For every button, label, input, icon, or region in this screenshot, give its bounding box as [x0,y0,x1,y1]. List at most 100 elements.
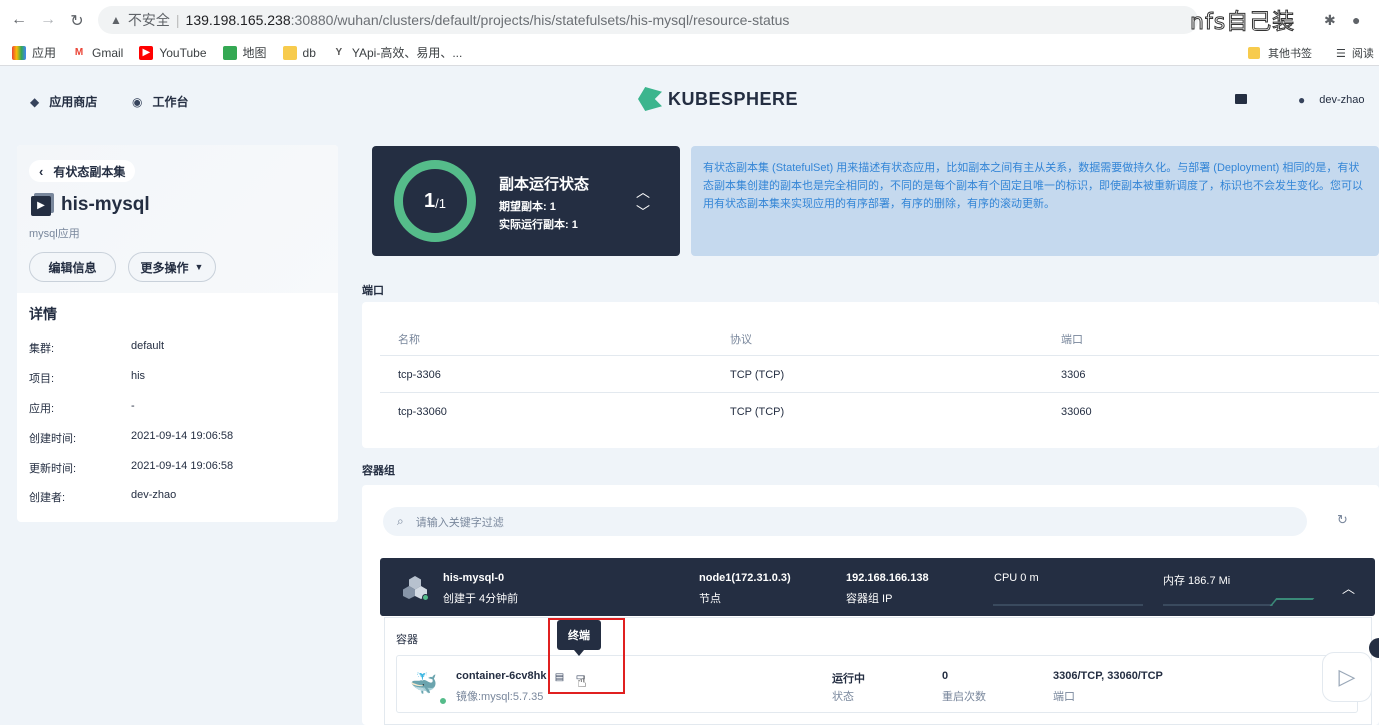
bookmark-label: YouTube [159,45,207,60]
back-arrow-icon[interactable]: ← [4,11,34,29]
container-name[interactable]: container-6cv8hk [456,670,546,682]
pod-node: node1(172.31.0.3) [699,572,791,584]
forward-arrow-icon[interactable]: → [33,11,63,29]
warning-icon: ▲ [110,13,122,27]
profile-icon[interactable]: ● [1352,12,1360,28]
memory-sparkline [1163,604,1273,606]
user-menu[interactable]: ● dev-zhao [1298,93,1365,107]
bookmark-reading-list[interactable]: ☰ 阅读 [1336,45,1374,61]
pod-cpu: CPU 0 m [994,572,1039,584]
pod-ip: 192.168.166.138 [846,572,929,584]
scale-up-chevron-icon[interactable]: ︿ [636,182,650,202]
url-host: 139.198.165.238 [185,12,291,28]
detail-key: 创建者: [29,492,66,504]
play-icon: ▷ [1338,664,1356,689]
edit-info-button[interactable]: 编辑信息 [29,252,116,282]
bookmark-label: YApi-高效、易用、... [351,46,463,60]
pod-search-input[interactable]: ⌕ 请输入关键字过滤 [383,507,1307,536]
detail-value: 2021-09-14 19:06:58 [131,460,234,472]
bookmark-maps[interactable]: 地图 [222,44,267,61]
overlay-watermark-text: nfs自己装 [1189,10,1296,36]
nav-label: 应用商店 [49,95,98,109]
pod-name[interactable]: his-mysql-0 [443,572,504,584]
bookmark-label: 阅读 [1351,48,1374,60]
bookmark-gmail[interactable]: M Gmail [72,45,124,60]
containers-label: 容器 [396,634,418,646]
back-to-statefulsets[interactable]: ‹ 有状态副本集 [29,160,136,182]
container-row[interactable]: 🐳 container-6cv8hk 镜像:mysql:5.7.35 ▤ ▭ 运… [396,655,1358,713]
reading-list-icon: ☰ [1336,47,1346,60]
port-number: 33060 [1061,406,1092,418]
resource-detail-card: ‹ 有状态副本集 ▶ his-mysql mysql应用 编辑信息 更多操作 ▼… [17,145,338,522]
bookmark-label: db [302,45,316,60]
running-replicas: 实际运行副本: 1 [499,219,578,231]
bookmark-other[interactable]: 其他书签 [1248,45,1312,61]
detail-value: default [131,340,165,352]
docker-whale-icon: 🐳 [410,671,438,696]
port-number: 3306 [1061,369,1086,381]
pod-memory: 内存 186.7 Mi [1163,575,1231,587]
floating-play-button[interactable]: ▷ [1322,652,1372,702]
nav-app-store[interactable]: ◆ 应用商店 [30,93,97,110]
pod-row-his-mysql-0[interactable]: his-mysql-0 创建于 4分钟前 node1(172.31.0.3) 节… [380,558,1375,616]
container-status: 运行中 [832,673,865,685]
replica-status-title: 副本运行状态 [499,176,590,193]
maps-icon [222,45,237,60]
browser-toolbar: ← → ↻ ▲ 不安全 | 139.198.165.238 :30880/wuh… [0,0,1379,40]
bookmark-label: Gmail [92,45,124,60]
more-actions-button[interactable]: 更多操作 ▼ [128,252,216,282]
port-name: tcp-3306 [398,369,441,381]
pod-created: 创建于 4分钟前 [443,593,519,605]
details-title: 详情 [29,306,57,322]
app-header: ◆ 应用商店 ◉ 工作台 KUBESPHERE ● dev-zhao [0,67,1379,131]
container-ports: 3306/TCP, 33060/TCP [1053,670,1163,682]
detail-key: 项目: [29,373,55,385]
nav-workbench[interactable]: ◉ 工作台 [132,93,189,110]
kubesphere-logo-icon [638,87,662,111]
search-icon: ⌕ [397,514,404,528]
apps-grid-icon [12,45,26,60]
address-bar[interactable]: ▲ 不安全 | 139.198.165.238 :30880/wuhan/clu… [98,6,1198,34]
bookmark-apps[interactable]: 应用 [12,44,56,61]
pods-card: ⌕ 请输入关键字过滤 ↻ his-mysql-0 创建于 4分钟前 node1(… [362,485,1379,725]
bookmark-label: 应用 [32,46,57,60]
button-label: 编辑信息 [48,260,97,275]
pod-containers-panel: 容器 🐳 container-6cv8hk 镜像:mysql:5.7.35 ▤ … [384,617,1372,725]
dashboard-icon: ◉ [132,94,143,109]
folder-icon [282,45,297,60]
container-ports-label: 端口 [1053,691,1075,703]
desired-replicas: 期望副本: 1 [499,201,556,213]
puzzle-icon[interactable]: ✱ [1324,12,1336,29]
cpu-sparkline [993,604,1143,606]
ports-section-title: 端口 [362,285,384,297]
toolbox-icon[interactable] [1235,94,1247,104]
statefulset-info-box: 有状态副本集 (StatefulSet) 用来描述有状态应用，比如副本之间有主从… [691,146,1379,256]
search-placeholder: 请输入关键字过滤 [415,516,504,529]
collapse-chevron-icon[interactable]: ︿ [1342,578,1355,597]
pods-section-title: 容器组 [362,465,395,477]
port-protocol: TCP (TCP) [730,369,785,381]
kubesphere-logo[interactable]: KUBESPHERE [638,87,798,111]
pod-ip-label: 容器组 IP [846,593,893,605]
detail-key: 更新时间: [29,463,77,475]
ports-table: 名称 协议 端口 tcp-3306 TCP (TCP) 3306 tcp-330… [380,318,1379,429]
url-path: :30880/wuhan/clusters/default/projects/h… [290,12,790,28]
gmail-icon: M [72,45,87,60]
pod-status-dot [422,594,429,601]
layers-icon: ◆ [30,94,40,109]
resource-description: mysql应用 [29,228,80,240]
container-restarts-label: 重启次数 [942,691,986,703]
detail-value: his [131,370,146,382]
replica-total: /1 [435,196,446,211]
bookmark-yapi[interactable]: Y YApi-高效、易用、... [331,44,463,61]
reload-icon[interactable]: ↻ [62,11,92,31]
detail-value: - [131,400,135,412]
port-protocol: TCP (TCP) [730,406,785,418]
bookmark-db[interactable]: db [282,45,316,60]
bookmark-youtube[interactable]: ▶ YouTube [139,45,207,60]
port-name: tcp-33060 [398,406,447,418]
refresh-icon[interactable]: ↻ [1337,512,1348,528]
scale-down-chevron-icon[interactable]: ﹀ [636,202,650,222]
table-header-row: 名称 协议 端口 [380,318,1379,355]
column-header-protocol: 协议 [730,334,752,346]
